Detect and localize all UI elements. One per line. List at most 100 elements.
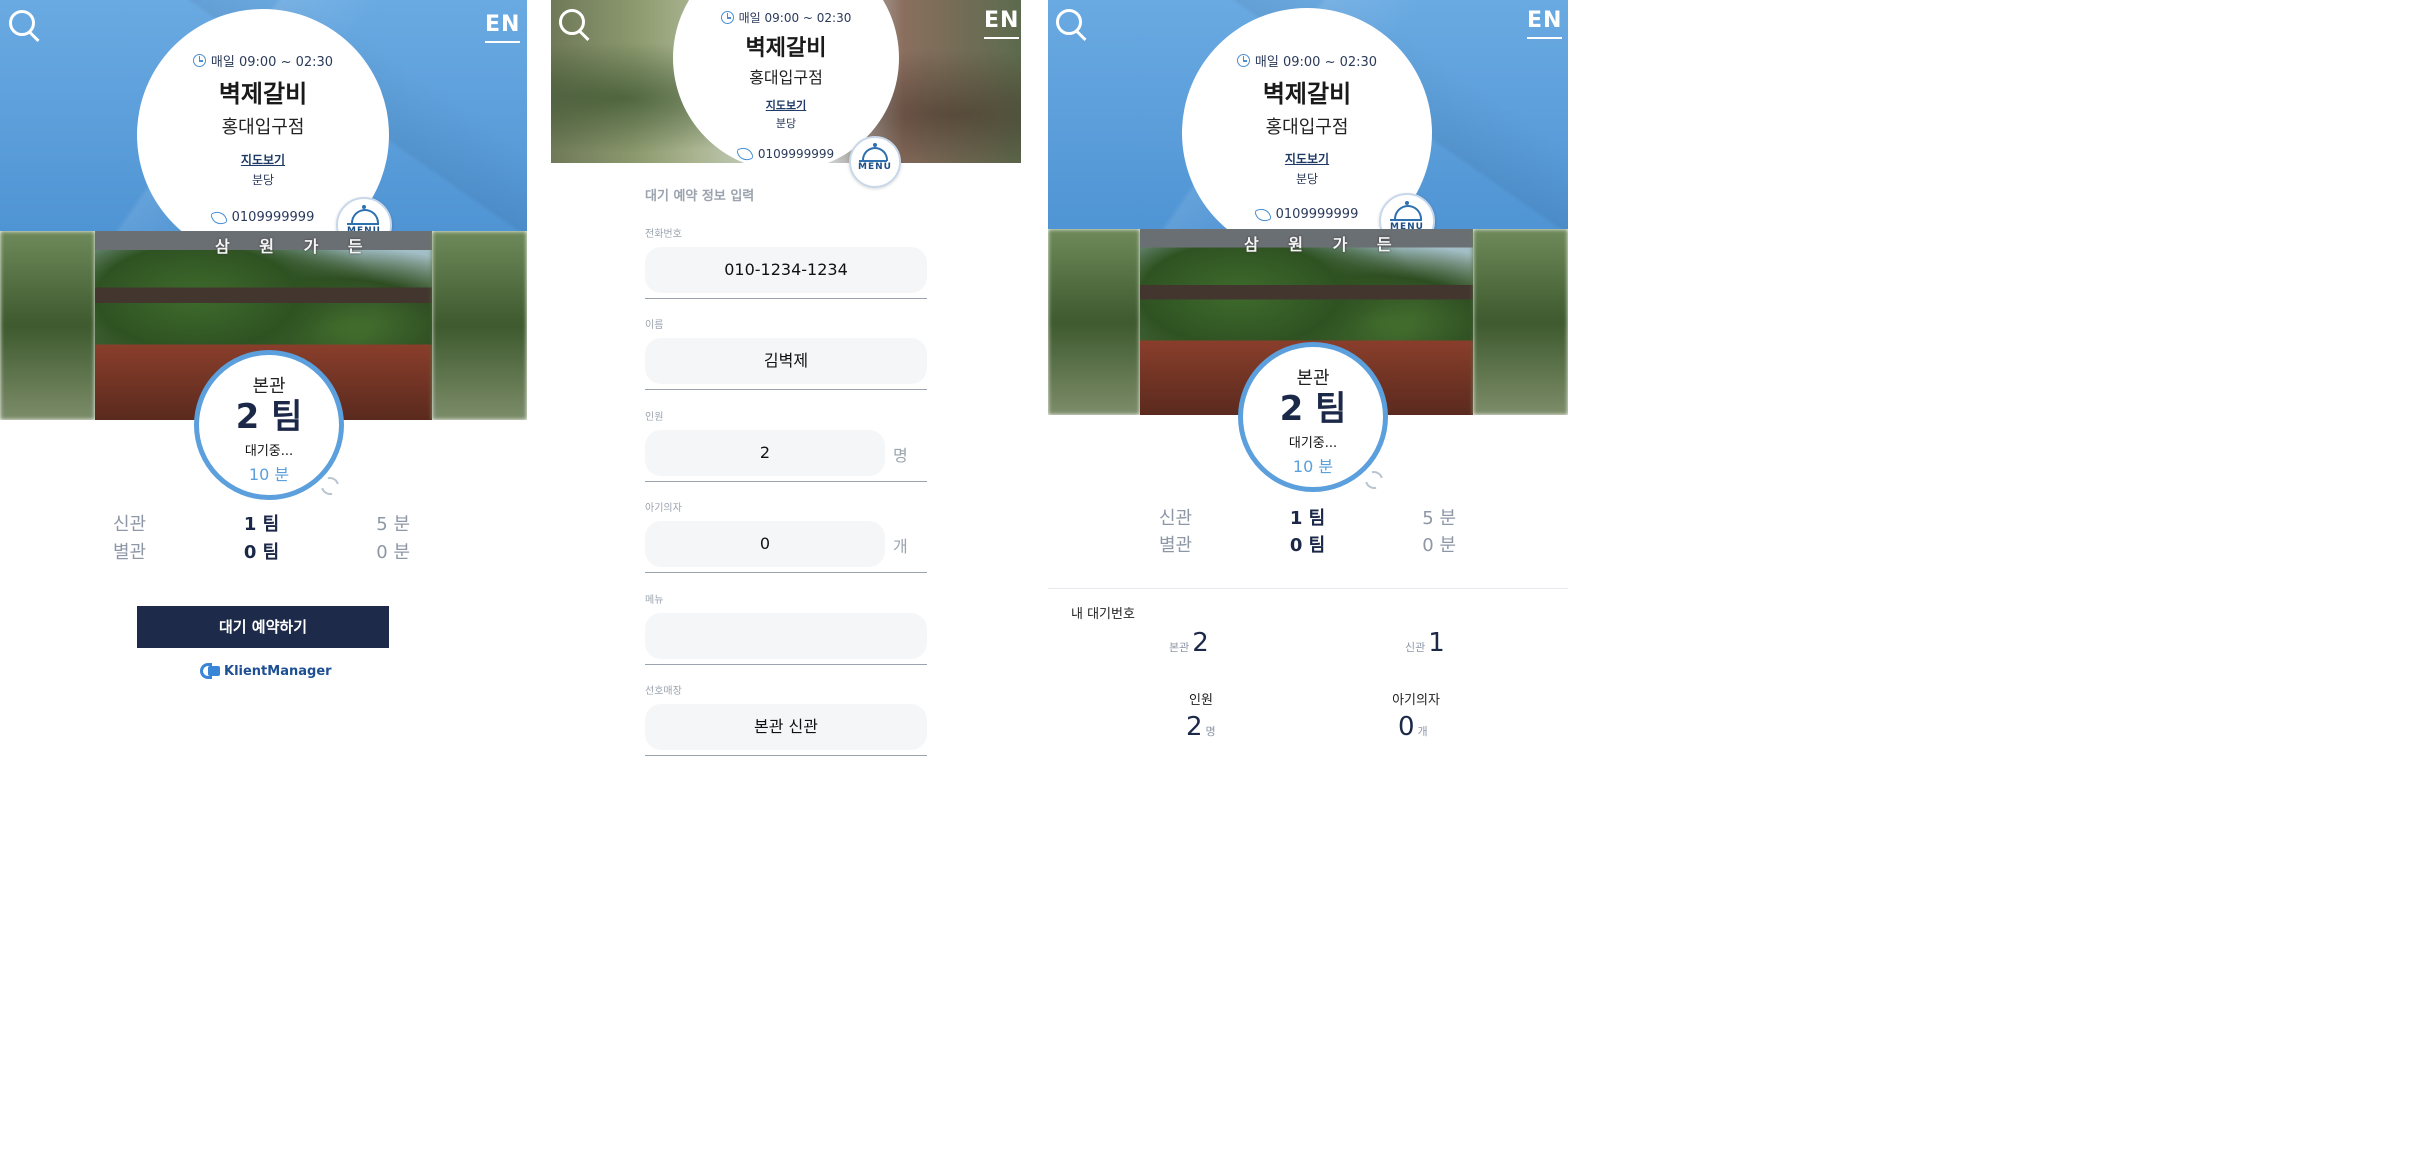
search-icon[interactable]: [559, 9, 587, 37]
my-main-hall-label: 본관: [1169, 641, 1190, 654]
field-underline: [645, 664, 927, 665]
store-wait-screen: EN 매일 09:00 ~ 02:30 벽제갈비 홍대입구점 지도보기 분당 0…: [0, 0, 527, 767]
hall-row: 신관 1 팀 5 분: [113, 510, 410, 536]
my-chair-count: 0 개: [1398, 712, 1428, 742]
reserve-wait-button[interactable]: 대기 예약하기: [137, 606, 389, 648]
hall-time: 5 분: [376, 514, 410, 535]
baby-chair-unit: 개: [893, 537, 908, 556]
distance-text: 분당: [775, 117, 797, 130]
hall-name: 신관: [113, 514, 147, 535]
klientmanager-logo: KlientManager: [200, 663, 332, 679]
my-main-hall-number: 본관 2: [1169, 628, 1209, 658]
main-hall-time: 10 분: [1292, 457, 1334, 476]
wait-status: 대기중...: [244, 444, 294, 459]
field-label: 이름: [645, 320, 664, 331]
search-icon[interactable]: [1056, 9, 1084, 37]
my-new-hall-number: 신관 1: [1405, 628, 1445, 658]
people-unit: 명: [1205, 725, 1216, 738]
map-link[interactable]: 지도보기: [137, 151, 389, 168]
my-wait-title: 내 대기번호: [1071, 607, 1135, 622]
hours-row: 매일 09:00 ~ 02:30: [1182, 51, 1432, 70]
branch-name: 홍대입구점: [749, 68, 823, 87]
hall-name: 신관: [1159, 508, 1193, 529]
hours-row: 매일 09:00 ~ 02:30: [137, 51, 389, 70]
party-size-input[interactable]: 2: [645, 430, 885, 476]
wait-status: 대기중...: [1288, 436, 1338, 451]
hours-text: 매일 09:00 ~ 02:30: [738, 11, 852, 25]
photo-blur-left: [0, 231, 95, 420]
field-underline: [645, 389, 927, 390]
hall-time: 5 분: [1422, 508, 1456, 529]
hours-text: 매일 09:00 ~ 02:30: [1254, 55, 1378, 70]
store-name: 벽제갈비: [745, 36, 827, 61]
hours-row: 매일 09:00 ~ 02:30: [673, 9, 899, 26]
photo-blur-right: [1473, 229, 1568, 415]
party-size-unit: 명: [893, 446, 908, 465]
menu-cloche-plate: [1390, 219, 1422, 221]
form-title: 대기 예약 정보 입력: [645, 189, 755, 204]
chair-value: 0: [1398, 712, 1415, 742]
chair-unit: 개: [1417, 725, 1428, 738]
menu-input[interactable]: [645, 613, 927, 659]
phone-input[interactable]: 010-1234-1234: [645, 247, 927, 293]
hours-text: 매일 09:00 ~ 02:30: [210, 55, 334, 70]
photo-blur-left: [1048, 229, 1140, 415]
hall-row: 별관 0 팀 0 분: [113, 538, 410, 564]
klientmanager-logo-icon: [200, 663, 220, 679]
hall-teams: 1 팀: [243, 514, 280, 535]
field-label: 선호매장: [645, 686, 682, 697]
map-link[interactable]: 지도보기: [1182, 150, 1432, 167]
main-hall-wait-card: 본관 2 팀 대기중... 10 분: [194, 350, 344, 500]
name-input[interactable]: 김벽제: [645, 338, 927, 384]
my-new-hall-value: 1: [1428, 628, 1445, 658]
main-hall-wait-card: 본관 2 팀 대기중... 10 분: [1238, 342, 1388, 492]
phone-number[interactable]: 0109999999: [232, 210, 315, 225]
field-underline: [645, 572, 927, 573]
baby-chair-input[interactable]: 0: [645, 521, 885, 567]
clock-icon: [192, 54, 206, 67]
my-people-count: 2 명: [1186, 712, 1216, 742]
my-main-hall-value: 2: [1192, 628, 1209, 658]
branch-name: 홍대입구점: [221, 117, 305, 138]
menu-label: MENU: [858, 162, 892, 172]
photo-blur-right: [432, 231, 527, 420]
main-hall-label: 본관: [252, 376, 286, 397]
people-label: 인원: [1189, 693, 1213, 708]
clock-icon: [1236, 54, 1250, 67]
reservation-form-screen: EN 매일 09:00 ~ 02:30 벽제갈비 홍대입구점 지도보기 분당 0…: [551, 0, 1021, 767]
hall-name: 별관: [1159, 535, 1193, 556]
main-hall-label: 본관: [1296, 368, 1330, 389]
phone-number[interactable]: 0109999999: [758, 147, 834, 161]
section-divider: [1048, 588, 1568, 589]
field-label: 전화번호: [645, 229, 682, 240]
phone-number[interactable]: 0109999999: [1276, 207, 1359, 222]
field-underline: [645, 298, 927, 299]
field-label: 아기의자: [645, 503, 682, 514]
distance-text: 분당: [251, 173, 275, 187]
hall-row: 별관 0 팀 0 분: [1159, 531, 1456, 557]
people-value: 2: [1186, 712, 1203, 742]
my-new-hall-label: 신관: [1405, 641, 1426, 654]
phone-icon: [209, 208, 228, 227]
hall-teams: 0 팀: [1289, 535, 1326, 556]
menu-button[interactable]: MENU: [849, 136, 901, 188]
clock-icon: [720, 11, 734, 24]
hall-name: 별관: [113, 542, 147, 563]
search-icon[interactable]: [9, 10, 37, 38]
menu-cloche-icon: [351, 205, 379, 224]
hall-teams: 0 팀: [243, 542, 280, 563]
hall-time: 0 분: [376, 542, 410, 563]
branch-name: 홍대입구점: [1265, 117, 1349, 138]
menu-cloche-icon: [1394, 201, 1422, 220]
hall-row: 신관 1 팀 5 분: [1159, 504, 1456, 530]
field-label: 메뉴: [645, 595, 664, 606]
hall-time: 0 분: [1422, 535, 1456, 556]
phone-icon: [735, 145, 754, 163]
language-toggle[interactable]: EN: [984, 8, 1020, 39]
language-toggle[interactable]: EN: [485, 12, 521, 43]
map-link[interactable]: 지도보기: [673, 97, 899, 113]
hall-teams: 1 팀: [1289, 508, 1326, 529]
preferred-hall-input[interactable]: 본관 신관: [645, 704, 927, 750]
menu-cloche-plate: [347, 223, 379, 225]
language-toggle[interactable]: EN: [1527, 8, 1563, 39]
